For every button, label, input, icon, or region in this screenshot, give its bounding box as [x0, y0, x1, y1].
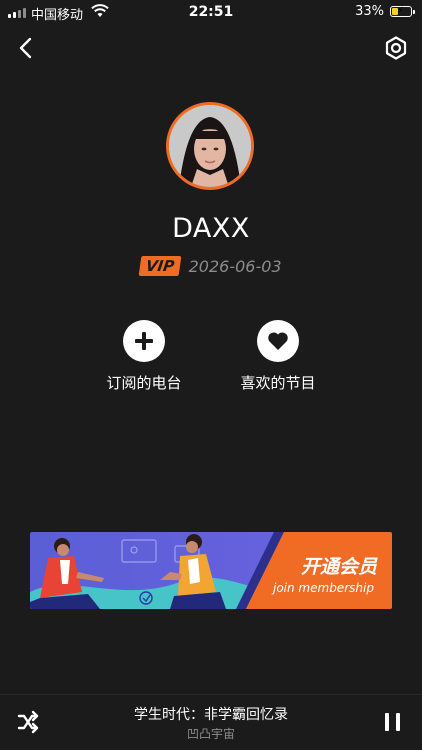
liked-programs-label: 喜欢的节目: [240, 374, 316, 392]
mini-player[interactable]: 学生时代：非学霸回忆录 凹凸宇宙: [0, 694, 422, 750]
liked-programs-button[interactable]: 喜欢的节目: [218, 320, 338, 393]
membership-title: 开通会员: [301, 556, 378, 578]
username: DAXX: [172, 213, 250, 244]
subscribed-stations-label: 订阅的电台: [106, 374, 182, 392]
pause-button[interactable]: [382, 710, 404, 734]
now-playing-artist: 凹凸宇宙: [186, 727, 235, 741]
subscribed-stations-button[interactable]: 订阅的电台: [84, 320, 204, 393]
vip-badge: VIP: [139, 256, 182, 276]
battery-percent: 33%: [355, 4, 384, 19]
plus-icon: [123, 320, 165, 362]
heart-icon: [257, 320, 299, 362]
now-playing-title[interactable]: 学生时代：非学霸回忆录: [0, 704, 422, 724]
profile-screen: 中国移动 22:51 33% ⚡ DAXX VIP 2026-06-03 订阅的…: [0, 0, 422, 750]
battery-icon: ⚡: [390, 6, 415, 17]
status-bar: 中国移动 22:51 33% ⚡: [0, 0, 422, 24]
avatar[interactable]: [166, 102, 254, 190]
membership-banner[interactable]: 开通会员 join membership: [30, 532, 392, 609]
avatar-image: [169, 105, 251, 187]
vip-expiry-date: 2026-06-03: [188, 256, 282, 276]
membership-subtitle: join membership: [273, 581, 374, 595]
back-button[interactable]: [12, 34, 40, 62]
settings-button[interactable]: [382, 34, 410, 62]
vip-status: VIP 2026-06-03: [0, 256, 422, 276]
